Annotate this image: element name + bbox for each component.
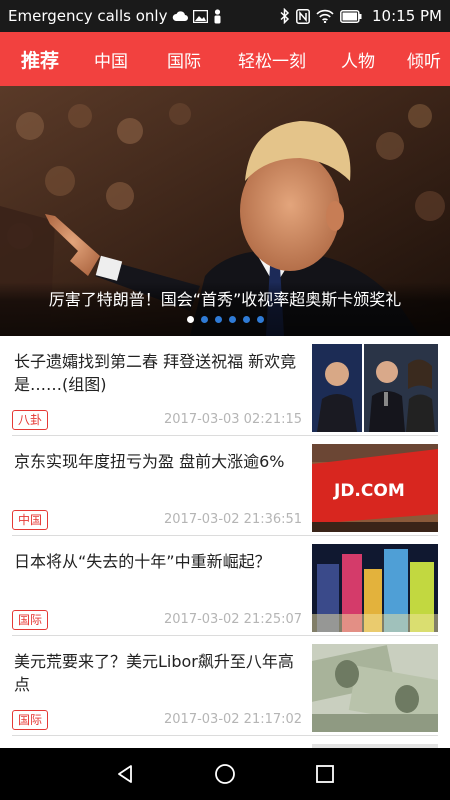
- news-title: 京东实现年度扭亏为盈 盘前大涨逾6%: [14, 452, 285, 471]
- carousel-dot[interactable]: [256, 316, 264, 323]
- cloud-icon: [172, 10, 189, 22]
- news-thumbnail: [312, 544, 438, 632]
- news-thumbnail: JD.COM: [312, 444, 438, 532]
- news-list: 长子遗孀找到第二春 拜登送祝福 新欢竟是……(组图) 八卦 2017-03-03…: [0, 336, 450, 748]
- carousel-dot[interactable]: [214, 316, 222, 323]
- carrier-text: Emergency calls only: [8, 7, 168, 25]
- tab-relax[interactable]: 轻松一刻: [222, 47, 322, 72]
- home-button[interactable]: [211, 760, 239, 788]
- publish-time: 2017-03-02 21:17:02: [164, 712, 303, 727]
- app-screen: Emergency calls only 10:15 PM 推荐 中国 国际 轻…: [0, 0, 450, 800]
- headline-carousel[interactable]: 厉害了特朗普！国会“首秀”收视率超奥斯卡颁奖礼: [0, 86, 450, 336]
- publish-time: 2017-03-02 21:36:51: [164, 512, 303, 527]
- news-title: 日本将从“失去的十年”中重新崛起？: [14, 552, 271, 571]
- category-tag: 国际: [12, 710, 49, 730]
- category-tag: 中国: [12, 510, 49, 530]
- recents-button[interactable]: [311, 760, 339, 788]
- tab-recommended[interactable]: 推荐: [4, 46, 76, 73]
- image-icon: [193, 9, 209, 23]
- news-thumbnail: [312, 644, 438, 732]
- home-icon: [215, 764, 235, 784]
- back-icon: [118, 765, 132, 783]
- news-item[interactable]: 美元荒要来了？美元Libor飙升至八年高点 国际 2017-03-02 21:1…: [12, 636, 438, 736]
- thumbnail-brand-text: JD.COM: [333, 481, 405, 501]
- news-item[interactable]: 长子遗孀找到第二春 拜登送祝福 新欢竟是……(组图) 八卦 2017-03-03…: [12, 336, 438, 436]
- news-title: 长子遗孀找到第二春 拜登送祝福 新欢竟是……(组图): [14, 352, 297, 394]
- news-item[interactable]: 京东实现年度扭亏为盈 盘前大涨逾6% 中国 2017-03-02 21:36:5…: [12, 436, 438, 536]
- battery-icon: [340, 9, 362, 23]
- nfc-icon: [296, 8, 310, 24]
- carousel-dot[interactable]: [186, 316, 194, 323]
- news-thumbnail: [312, 344, 438, 432]
- tab-people[interactable]: 人物: [322, 47, 394, 72]
- category-tag: 八卦: [12, 410, 49, 430]
- category-tab-bar: 推荐 中国 国际 轻松一刻 人物 倾听: [0, 32, 450, 86]
- clock: 10:15 PM: [372, 7, 442, 25]
- publish-time: 2017-03-03 02:21:15: [164, 412, 303, 427]
- wifi-icon: [316, 9, 334, 23]
- category-tag: 国际: [12, 610, 49, 630]
- tab-china[interactable]: 中国: [76, 47, 146, 72]
- system-nav-bar: [0, 748, 450, 800]
- carousel-dot[interactable]: [228, 316, 236, 323]
- person-icon: [213, 8, 222, 24]
- recents-icon: [316, 765, 334, 783]
- publish-time: 2017-03-02 21:25:07: [164, 612, 303, 627]
- bluetooth-icon: [280, 8, 290, 24]
- carousel-dot[interactable]: [242, 316, 250, 323]
- tab-listen[interactable]: 倾听: [394, 47, 450, 72]
- tab-international[interactable]: 国际: [146, 47, 222, 72]
- news-item[interactable]: [12, 736, 438, 748]
- banner-caption: 厉害了特朗普！国会“首秀”收视率超奥斯卡颁奖礼: [48, 290, 402, 309]
- status-bar: Emergency calls only 10:15 PM: [0, 0, 450, 32]
- back-button[interactable]: [111, 760, 139, 788]
- news-title: 美元荒要来了？美元Libor飙升至八年高点: [14, 652, 294, 694]
- news-item[interactable]: 日本将从“失去的十年”中重新崛起？ 国际 2017-03-02 21:25:07: [12, 536, 438, 636]
- carousel-indicator: [0, 316, 450, 323]
- carousel-dot[interactable]: [200, 316, 208, 323]
